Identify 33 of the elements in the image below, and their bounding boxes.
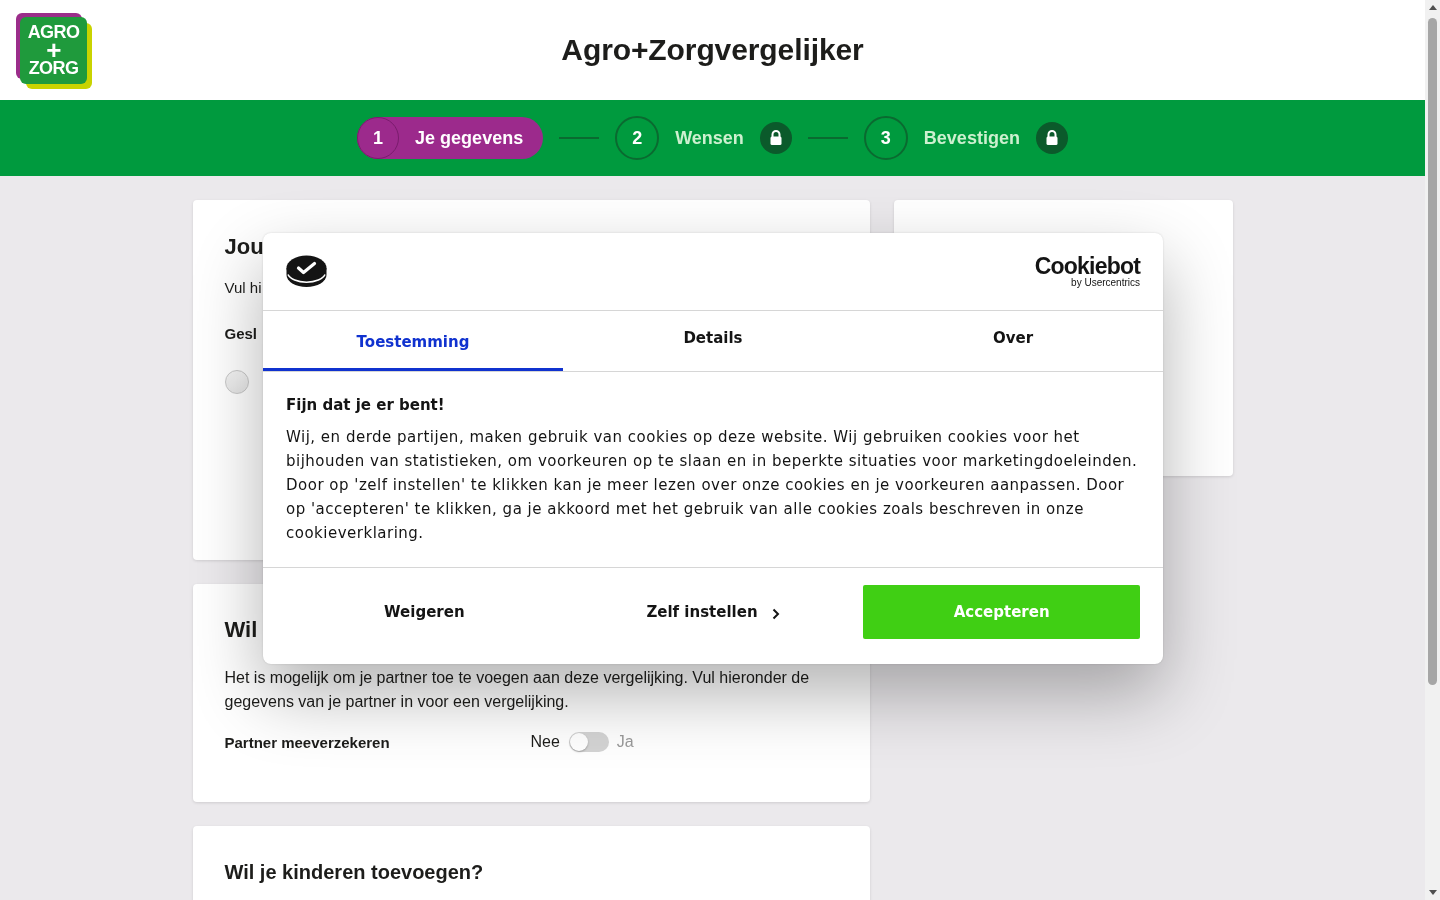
field-label: Partner meeverzekeren: [224, 733, 391, 751]
field-label: Gesl: [224, 324, 258, 344]
dialog-text: Wij, en derde partijen, maken gebruik van cookies op deze website. Wij gebruiken cookies voor het bijhouden van statistieken, om voorkeuren op te slaan en in beperkte situaties voor marketingdoeleinden. Door op 'zelf instellen' te klikken kan je meer lezen over onze cookies en je voorkeuren aanpassen. Door op 'accepteren' te klikken, ga je akkoord met het gebruik van alle cookies zoals beschreven in onze cookieverklaring.: [286, 427, 1139, 544]
dialog-heading: Fijn dat je er bent!: [286, 395, 446, 416]
toggle-switch[interactable]: [568, 732, 609, 752]
radio-button[interactable]: [224, 370, 249, 394]
toggle-option-label: Nee: [530, 733, 560, 751]
card-title: Wil: [224, 616, 258, 644]
card-title: Wil je kinderen toevoegen?: [224, 860, 484, 884]
step-number: 1: [357, 117, 400, 159]
dialog-tab[interactable]: Toestemming: [263, 311, 563, 371]
logo-text: AGRO: [27, 23, 80, 41]
scrollbar-thumb[interactable]: [1428, 18, 1437, 685]
caret-down-icon[interactable]: [1428, 890, 1437, 895]
step-number: 2: [615, 116, 660, 160]
step-label: Wensen: [675, 127, 744, 149]
card-intro: Het is mogelijk om je partner toe te voegen aan deze vergelijking. Vul hieronder de gegevens van je partner in voor een vergelijking.: [224, 668, 811, 712]
scrollbar[interactable]: [1425, 0, 1440, 900]
card-intro: Vul hi: [224, 278, 262, 298]
chevron-right-icon: [771, 607, 780, 620]
check-disc-icon: [286, 255, 327, 288]
page-title: Agro+Zorgvergelijker: [561, 33, 864, 67]
toggle-option-label: Ja: [616, 733, 634, 751]
card-title: Jou: [224, 234, 264, 260]
logo-text: ZORG: [28, 59, 79, 77]
logo-text: +: [46, 41, 61, 59]
progress-step-pill[interactable]: 1 Je gegevens: [357, 117, 544, 159]
step-label: Bevestigen: [923, 127, 1020, 149]
brand-wordmark: Cookiebot: [1034, 254, 1140, 277]
caret-up-icon[interactable]: [1428, 5, 1437, 10]
brand-byline: by Usercentrics: [1071, 276, 1140, 289]
step-label: Je gegevens: [415, 127, 524, 149]
step-number: 3: [863, 116, 908, 160]
